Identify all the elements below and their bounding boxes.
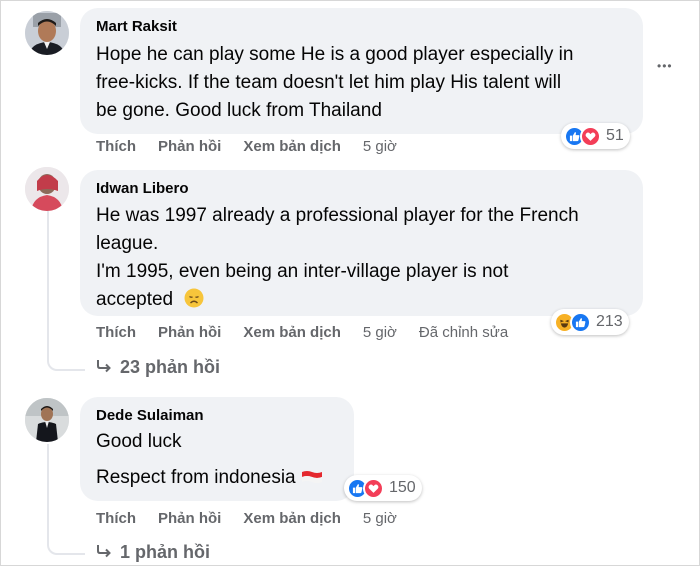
comment-author[interactable]: Mart Raksit	[96, 17, 627, 37]
reaction-summary[interactable]: 51	[561, 123, 630, 149]
reply-button[interactable]: Phản hồi	[158, 138, 221, 155]
like-button[interactable]: Thích	[96, 324, 136, 341]
comment: Mart Raksit Hope he can play some He is …	[1, 1, 700, 171]
disappointed-face-icon	[184, 288, 204, 313]
replies-label: 1 phản hồi	[120, 542, 210, 562]
reaction-count: 51	[606, 127, 624, 144]
reaction-count: 150	[389, 479, 416, 496]
replies-label: 23 phản hồi	[120, 357, 221, 377]
avatar[interactable]	[25, 11, 69, 55]
reply-arrow-icon	[96, 542, 112, 563]
comment-author[interactable]: Dede Sulaiman	[96, 406, 338, 426]
timestamp[interactable]: 5 giờ	[363, 510, 397, 527]
comment-bubble: Mart Raksit Hope he can play some He is …	[80, 8, 643, 134]
translate-button[interactable]: Xem bản dịch	[243, 138, 341, 155]
translate-button[interactable]: Xem bản dịch	[243, 510, 341, 527]
view-replies-button[interactable]: 1 phản hồi	[96, 542, 210, 563]
comment-text: He was 1997 already a professional playe…	[96, 205, 579, 310]
reply-button[interactable]: Phản hồi	[158, 324, 221, 341]
like-button[interactable]: Thích	[96, 138, 136, 155]
comment-author[interactable]: Idwan Libero	[96, 179, 627, 199]
more-options-icon[interactable]: •••	[657, 59, 673, 73]
like-button[interactable]: Thích	[96, 510, 136, 527]
reaction-summary[interactable]: 150	[344, 475, 422, 501]
timestamp[interactable]: 5 giờ	[363, 324, 397, 341]
comment-bubble: Dede Sulaiman Good luck Respect from ind…	[80, 397, 354, 501]
reply-button[interactable]: Phản hồi	[158, 510, 221, 527]
timestamp[interactable]: 5 giờ	[363, 138, 397, 155]
like-icon	[570, 311, 591, 333]
comment-text-wrap: He was 1997 already a professional playe…	[96, 202, 627, 314]
avatar[interactable]	[25, 398, 69, 442]
reply-arrow-icon	[96, 357, 112, 378]
thread-line	[47, 211, 49, 355]
thread-connector	[47, 539, 85, 555]
edited-label[interactable]: Đã chỉnh sửa	[419, 324, 508, 341]
comment-text: Good luck	[96, 431, 182, 452]
comment-text: Hope he can play some He is a good playe…	[96, 44, 574, 121]
reaction-summary[interactable]: 213	[551, 309, 629, 335]
indonesia-flag-icon	[301, 470, 323, 489]
comment-actions: Thích Phản hồi Xem bản dịch 5 giờ	[96, 510, 419, 527]
comment-section: Mart Raksit Hope he can play some He is …	[0, 0, 700, 566]
love-icon	[580, 125, 601, 147]
translate-button[interactable]: Xem bản dịch	[243, 324, 341, 341]
comment-text-wrap: Respect from indonesia	[96, 464, 338, 492]
avatar[interactable]	[25, 167, 69, 211]
view-replies-button[interactable]: 23 phản hồi	[96, 357, 220, 378]
comment-text: Respect from indonesia	[96, 467, 296, 488]
comment-actions: Thích Phản hồi Xem bản dịch 5 giờ Đã chỉ…	[96, 324, 530, 341]
thread-line	[47, 444, 49, 541]
reaction-count: 213	[596, 313, 623, 330]
love-icon	[363, 477, 384, 499]
thread-connector	[47, 355, 85, 371]
comment-bubble: Idwan Libero He was 1997 already a profe…	[80, 170, 643, 316]
comment-actions: Thích Phản hồi Xem bản dịch 5 giờ	[96, 138, 419, 155]
